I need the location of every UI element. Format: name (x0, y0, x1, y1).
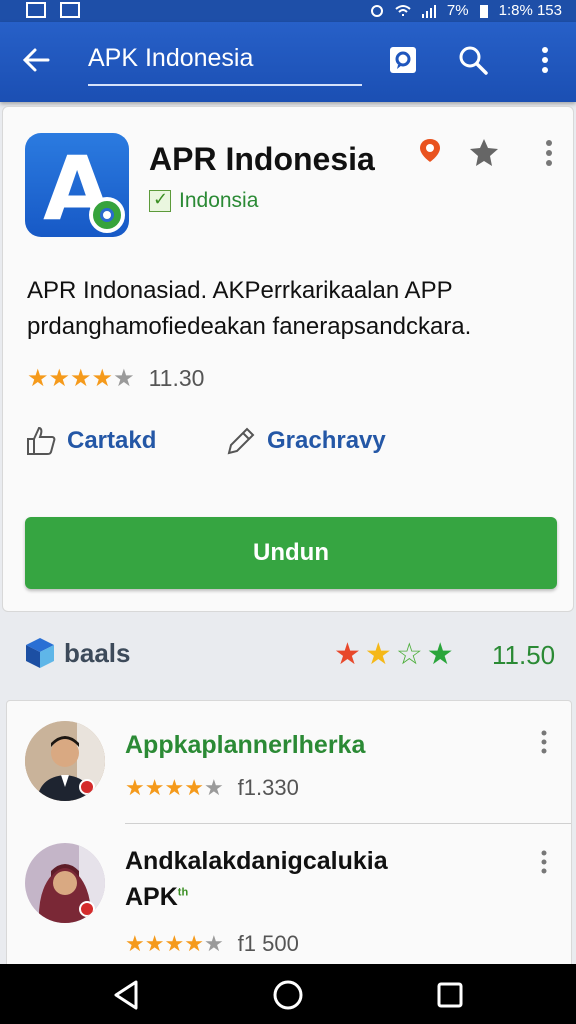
verified-badge-icon (79, 779, 95, 795)
list-item-value: f1 500 (237, 931, 299, 956)
star-icon: ★ (364, 638, 392, 671)
star-icon: ★ (144, 775, 165, 800)
star-icon: ★ (144, 931, 165, 956)
more-vert-icon[interactable] (528, 42, 562, 78)
system-nav-bar (0, 964, 576, 1024)
star-icon: ★ (203, 931, 224, 956)
star-icon: ★ (91, 364, 114, 392)
wifi-icon (395, 4, 411, 16)
app-logo: A (25, 133, 129, 237)
share-link-label: Grachravy (267, 427, 386, 454)
chat-icon[interactable] (386, 42, 420, 78)
image-icon (60, 2, 80, 18)
share-link[interactable]: Grachravy (225, 425, 386, 457)
developer-name: Indonsia (179, 189, 259, 212)
rating-stars: ★ ★ ★ ★ ★ (27, 364, 135, 392)
app-name: APR Indonesia (149, 141, 375, 177)
battery-percent: 7% (446, 2, 469, 19)
install-button[interactable]: Undun (25, 517, 557, 589)
signal-icon (421, 4, 436, 18)
avatar (25, 721, 105, 801)
nav-back-icon[interactable] (108, 978, 144, 1012)
like-link-label: Cartakd (67, 427, 157, 454)
ratings-summary: baals ★ ★ ☆ ★ 11.50 (0, 630, 576, 686)
summary-rating-value: 11.50 (492, 640, 556, 670)
app-rating: ★ ★ ★ ★ ★ 11.30 (27, 365, 204, 392)
verified-flag-icon (149, 189, 171, 212)
action-links: Cartakd Grachravy (25, 425, 555, 465)
star-icon: ★ (113, 364, 135, 392)
like-link[interactable]: Cartakd (25, 425, 156, 457)
list-item-sup: th (177, 886, 189, 899)
app-description: APR Indonasiad. AKPerrkarikaalan APP prd… (27, 277, 472, 340)
app-bar-title[interactable]: APK Indonesia (88, 44, 253, 73)
cube-logo-icon (26, 638, 54, 668)
list-item-rating: ★ ★ ★ ★ ★ f1.330 (125, 775, 299, 801)
status-bar: 7% 1:8% 153 (0, 0, 576, 22)
list-item-value: f1.330 (237, 775, 299, 800)
list-item-rating: ★ ★ ★ ★ ★ f1 500 (125, 931, 299, 957)
card-more-icon[interactable] (539, 139, 559, 167)
star-icon: ★ (125, 931, 145, 956)
item-more-icon[interactable] (537, 849, 551, 875)
verified-badge-icon (79, 901, 95, 917)
favorite-star-icon[interactable] (469, 137, 499, 167)
star-icon: ★ (184, 931, 204, 956)
brand-name: baals (64, 637, 131, 668)
thumbs-up-icon (27, 426, 56, 455)
notification-icon (26, 2, 46, 18)
location-pin-icon[interactable] (417, 137, 443, 163)
list-item[interactable]: Andkalakdanigcalukia APKth ★ ★ ★ ★ ★ f1 … (7, 825, 571, 956)
star-icon: ★ (164, 931, 185, 956)
item-more-icon[interactable] (537, 729, 551, 755)
app-bar: APK Indonesia (0, 22, 576, 102)
star-icon: ★ (184, 775, 204, 800)
app-list: Appkaplannerlherka ★ ★ ★ ★ ★ f1.330 Andk… (6, 700, 572, 970)
avatar (25, 843, 105, 923)
list-item-subtitle-text: APK (125, 883, 178, 911)
star-icon: ★ (334, 638, 361, 671)
star-icon: ★ (27, 364, 49, 392)
developer-row[interactable]: Indonsia (149, 189, 258, 213)
edit-pen-icon (227, 427, 255, 455)
app-detail-card: A APR Indonesia Indonsia APR Indonasiad.… (2, 106, 574, 612)
star-icon: ★ (164, 775, 185, 800)
list-item[interactable]: Appkaplannerlherka ★ ★ ★ ★ ★ f1.330 (7, 701, 571, 821)
star-icon: ★ (48, 364, 71, 392)
list-item-title: Andkalakdanigcalukia (125, 847, 388, 875)
nav-home-icon[interactable] (270, 978, 306, 1012)
nav-recents-icon[interactable] (432, 978, 468, 1012)
rating-value: 11.30 (148, 365, 205, 391)
list-item-subtitle: APKth (125, 883, 188, 912)
search-icon[interactable] (456, 42, 490, 78)
star-icon: ★ (70, 364, 92, 392)
battery-icon (479, 4, 488, 18)
title-underline (88, 84, 362, 86)
back-arrow-icon[interactable] (20, 42, 52, 78)
divider (125, 823, 571, 824)
star-icon: ★ (426, 638, 454, 671)
brand-row[interactable]: baals (24, 636, 131, 670)
clock: 1:8% 153 (498, 2, 562, 19)
alarm-icon (370, 4, 383, 17)
summary-stars: ★ ★ ☆ ★ (334, 638, 454, 672)
list-item-title: Appkaplannerlherka (125, 731, 366, 759)
star-outline-icon: ☆ (395, 638, 423, 671)
star-icon: ★ (203, 775, 224, 800)
star-icon: ★ (125, 775, 145, 800)
